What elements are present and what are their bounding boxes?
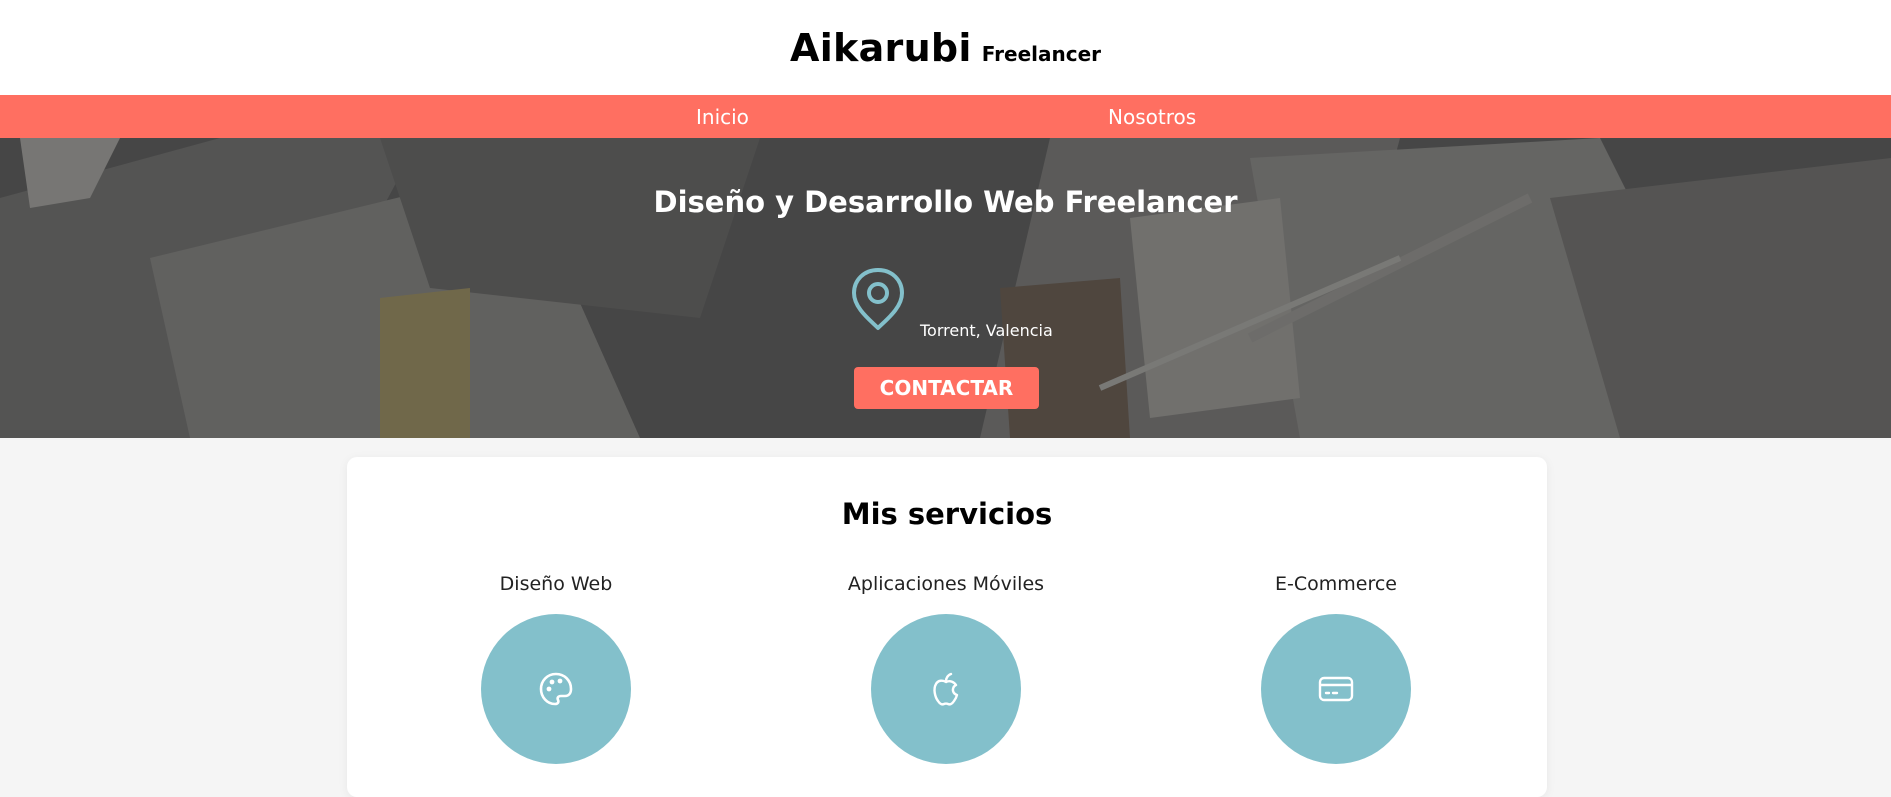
credit-card-icon [1318, 676, 1354, 702]
service-item-mobile-apps: Aplicaciones Móviles [796, 571, 1096, 764]
nav-link-nosotros[interactable]: Nosotros [1108, 95, 1196, 138]
hero-section: Diseño y Desarrollo Web Freelancer Torre… [0, 138, 1891, 438]
apple-icon [933, 672, 959, 706]
service-item-ecommerce: E-Commerce [1186, 571, 1486, 764]
brand-tagline: Freelancer [981, 41, 1102, 66]
nav-link-inicio[interactable]: Inicio [696, 95, 749, 138]
palette-icon [539, 672, 573, 706]
site-header: Aikarubi Freelancer [0, 0, 1891, 95]
map-pin-icon [852, 268, 904, 330]
brand-name: Aikarubi [789, 25, 972, 70]
services-card: Mis servicios Diseño Web Aplicaciones Mó… [347, 457, 1547, 797]
service-label: E-Commerce [1275, 573, 1397, 595]
brand[interactable]: Aikarubi Freelancer [790, 26, 1101, 70]
service-circle [481, 614, 631, 764]
contact-button[interactable]: CONTACTAR [854, 367, 1039, 409]
service-circle [1261, 614, 1411, 764]
location-text: Torrent, Valencia [920, 321, 1053, 340]
service-circle [871, 614, 1021, 764]
service-label: Diseño Web [499, 573, 613, 595]
services-title: Mis servicios [841, 497, 1053, 531]
service-item-web-design: Diseño Web [406, 571, 706, 764]
main-nav: Inicio Nosotros [0, 95, 1891, 138]
service-label: Aplicaciones Móviles [847, 573, 1045, 595]
hero-title: Diseño y Desarrollo Web Freelancer [653, 185, 1238, 219]
